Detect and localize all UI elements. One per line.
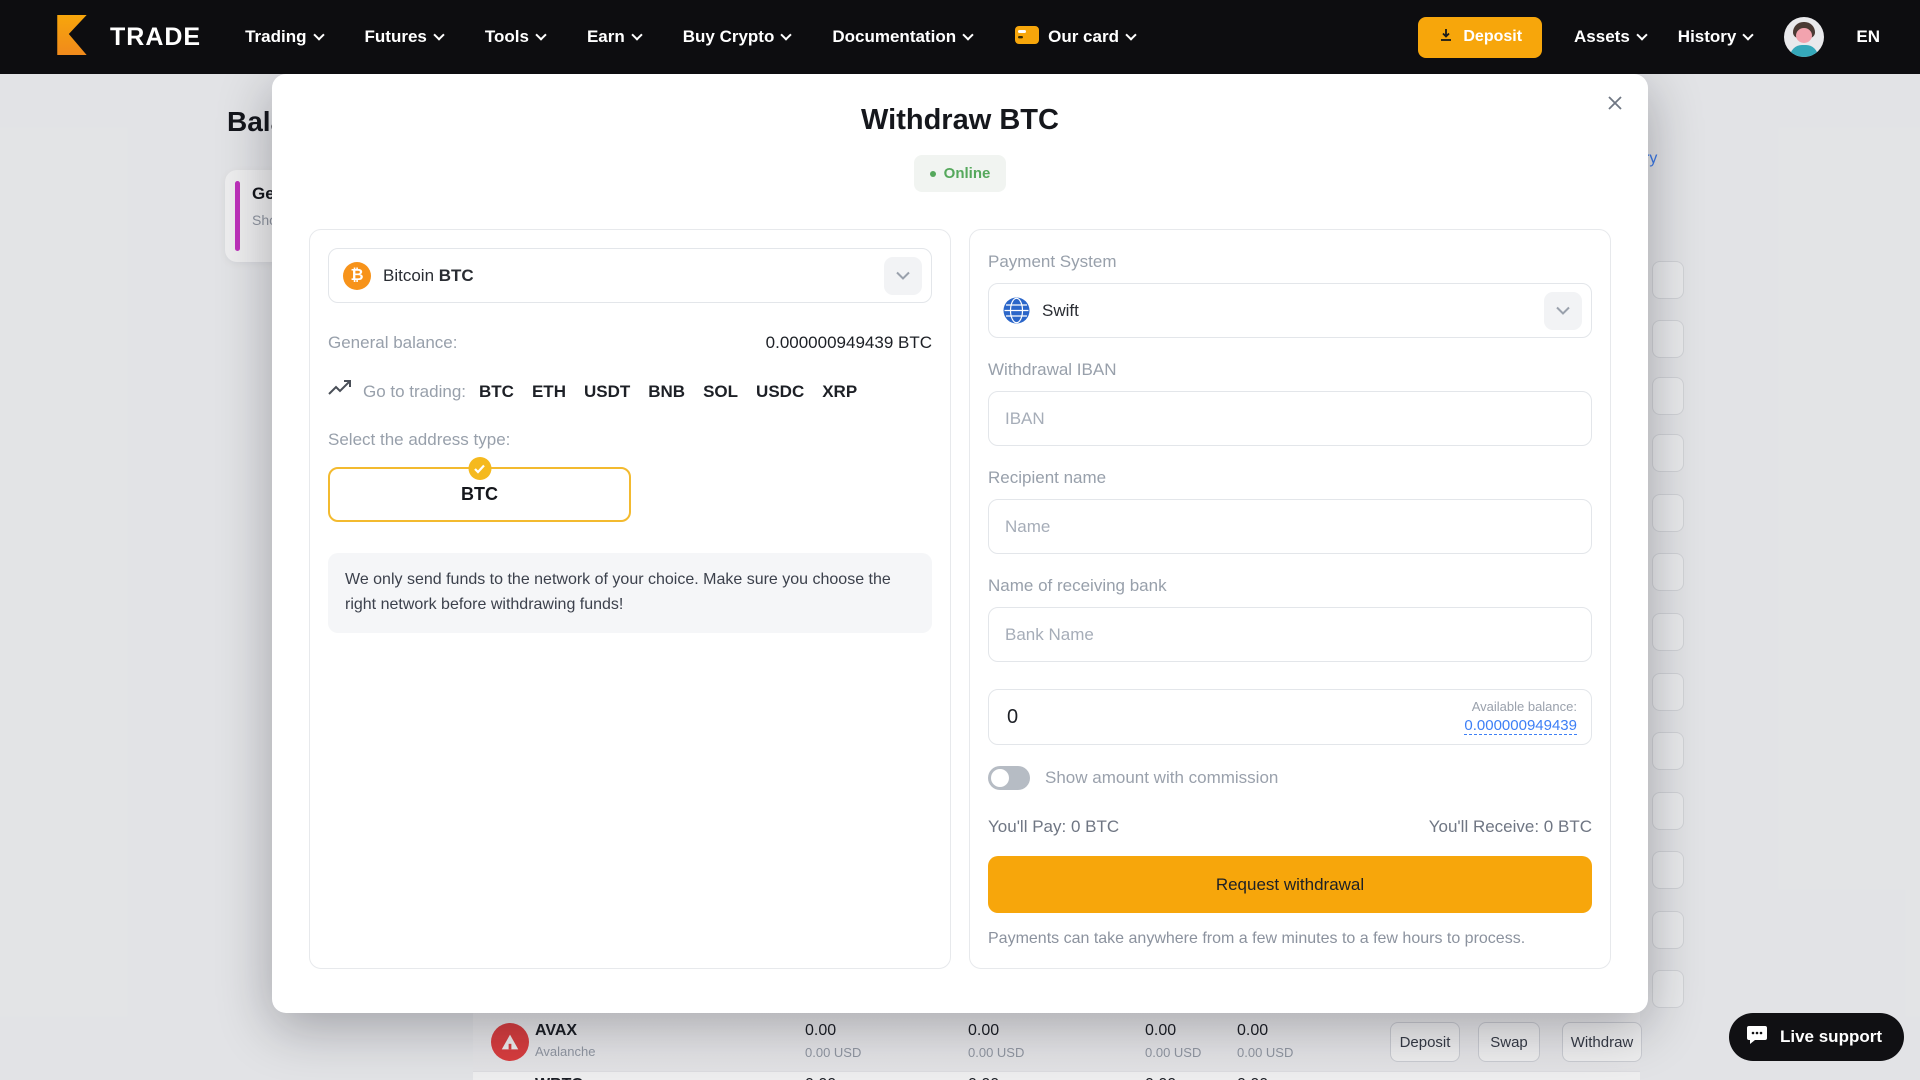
iban-input[interactable] [988, 391, 1592, 446]
iban-label: Withdrawal IBAN [988, 360, 1592, 380]
amount-input[interactable] [993, 706, 1193, 729]
check-icon [468, 457, 491, 480]
pair-link-xrp[interactable]: XRP [822, 382, 857, 402]
address-type-label: Select the address type: [328, 430, 932, 450]
nav-trading[interactable]: Trading [245, 27, 322, 47]
commission-toggle[interactable] [988, 766, 1030, 790]
chat-bubble-icon [1745, 1023, 1769, 1052]
chevron-down-icon [781, 29, 792, 40]
bank-input[interactable] [988, 607, 1592, 662]
chevron-down-icon [631, 29, 642, 40]
main-menu: Trading Futures Tools Earn Buy Crypto Do… [245, 25, 1135, 50]
available-balance-label: Available balance: [1464, 699, 1577, 714]
chevron-down-icon [884, 257, 922, 295]
language-selector[interactable]: EN [1856, 27, 1880, 47]
live-support-button[interactable]: Live support [1729, 1013, 1904, 1061]
withdrawal-form-panel: Payment System Swift Withdrawal IBAN Rec… [969, 229, 1611, 969]
chevron-down-icon [313, 29, 324, 40]
processing-note: Payments can take anywhere from a few mi… [988, 930, 1592, 948]
pair-link-btc[interactable]: BTC [479, 382, 514, 402]
chevron-down-icon [535, 29, 546, 40]
chevron-down-icon [1636, 29, 1647, 40]
nav-documentation[interactable]: Documentation [832, 27, 972, 47]
navbar-right: Deposit Assets History EN [1418, 17, 1880, 58]
recipient-input[interactable] [988, 499, 1592, 554]
request-withdrawal-button[interactable]: Request withdrawal [988, 856, 1592, 913]
payment-system-select[interactable]: Swift [988, 283, 1592, 338]
bitcoin-icon: ₿ [343, 262, 371, 290]
top-navbar: TRADE Trading Futures Tools Earn Buy Cry… [0, 0, 1920, 74]
trade-logo-icon [52, 14, 94, 61]
avatar-shirt [1790, 45, 1818, 57]
withdraw-modal: Withdraw BTC Online ₿ Bitcoin BTC Genera… [272, 74, 1648, 1013]
payment-system-value: Swift [1042, 301, 1079, 321]
nav-history[interactable]: History [1678, 27, 1753, 47]
avatar-face [1796, 28, 1812, 43]
chevron-down-icon [1125, 29, 1136, 40]
available-balance-link[interactable]: 0.000000949439 [1464, 717, 1577, 735]
coin-select[interactable]: ₿ Bitcoin BTC [328, 248, 932, 303]
toggle-knob [991, 769, 1009, 787]
general-balance-row: General balance: 0.000000949439 BTC [328, 333, 932, 353]
pair-link-usdc[interactable]: USDC [756, 382, 804, 402]
deposit-icon [1438, 27, 1454, 48]
status-dot-icon [930, 171, 936, 177]
payment-system-label: Payment System [988, 252, 1592, 272]
youll-receive-text: You'll Receive: 0 BTC [1429, 817, 1592, 837]
status-badge: Online [914, 155, 1007, 192]
summary-row: You'll Pay: 0 BTC You'll Receive: 0 BTC [988, 817, 1592, 837]
amount-field: Available balance: 0.000000949439 [988, 689, 1592, 745]
deposit-button[interactable]: Deposit [1418, 17, 1542, 58]
trend-chart-icon [328, 380, 354, 403]
chevron-down-icon [962, 29, 973, 40]
modal-title: Withdraw BTC [272, 74, 1648, 137]
chevron-down-icon [1544, 292, 1582, 330]
chevron-down-icon [1743, 29, 1754, 40]
user-avatar[interactable] [1784, 17, 1824, 57]
commission-label: Show amount with commission [1045, 768, 1278, 788]
commission-toggle-row: Show amount with commission [988, 766, 1592, 790]
brand-logo[interactable]: TRADE [52, 14, 201, 61]
swift-globe-icon [1003, 297, 1030, 324]
nav-assets[interactable]: Assets [1574, 27, 1646, 47]
pair-link-sol[interactable]: SOL [703, 382, 738, 402]
brand-name: TRADE [110, 23, 201, 52]
close-icon[interactable] [1600, 88, 1630, 118]
nav-our-card[interactable]: Our card [1014, 25, 1135, 50]
chevron-down-icon [433, 29, 444, 40]
youll-pay-text: You'll Pay: 0 BTC [988, 817, 1119, 837]
nav-tools[interactable]: Tools [485, 27, 545, 47]
pair-link-usdt[interactable]: USDT [584, 382, 630, 402]
pair-link-eth[interactable]: ETH [532, 382, 566, 402]
pair-link-bnb[interactable]: BNB [648, 382, 685, 402]
go-to-trading-row: Go to trading: BTC ETH USDT BNB SOL USDC… [328, 380, 932, 403]
recipient-label: Recipient name [988, 468, 1592, 488]
coin-panel: ₿ Bitcoin BTC General balance: 0.0000009… [309, 229, 951, 969]
general-balance-value: 0.000000949439 BTC [766, 333, 932, 353]
address-type-btc-option[interactable]: BTC [328, 467, 631, 522]
nav-earn[interactable]: Earn [587, 27, 641, 47]
nav-buy-crypto[interactable]: Buy Crypto [683, 27, 791, 47]
network-warning-text: We only send funds to the network of you… [328, 553, 932, 633]
card-icon [1014, 25, 1040, 50]
nav-futures[interactable]: Futures [365, 27, 443, 47]
bank-label: Name of receiving bank [988, 576, 1592, 596]
